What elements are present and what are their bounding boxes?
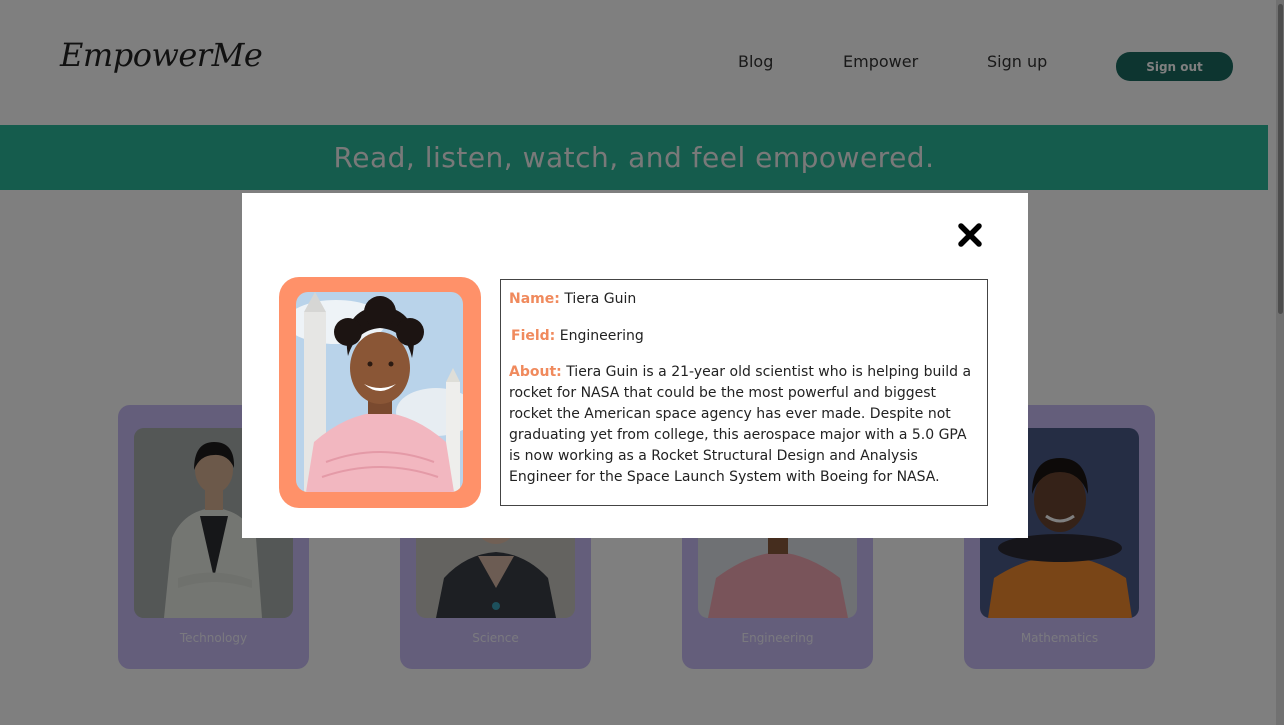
name-row: Name: Tiera Guin (509, 289, 979, 310)
profile-photo-frame (279, 277, 481, 508)
profile-photo (296, 292, 463, 492)
field-row: Field: Engineering (509, 326, 979, 347)
about-value: Tiera Guin is a 21-year old scientist wh… (509, 364, 972, 485)
about-key: About: (509, 364, 562, 380)
field-key: Field: (511, 328, 556, 344)
close-button[interactable] (956, 221, 984, 249)
profile-info-box: Name: Tiera Guin Field: Engineering Abou… (500, 279, 988, 506)
profile-modal: Name: Tiera Guin Field: Engineering Abou… (242, 193, 1028, 538)
close-icon (958, 223, 982, 247)
name-key: Name: (509, 291, 560, 307)
name-value: Tiera Guin (564, 291, 637, 307)
about-row: About: Tiera Guin is a 21-year old scien… (509, 362, 979, 488)
field-value: Engineering (559, 328, 644, 344)
